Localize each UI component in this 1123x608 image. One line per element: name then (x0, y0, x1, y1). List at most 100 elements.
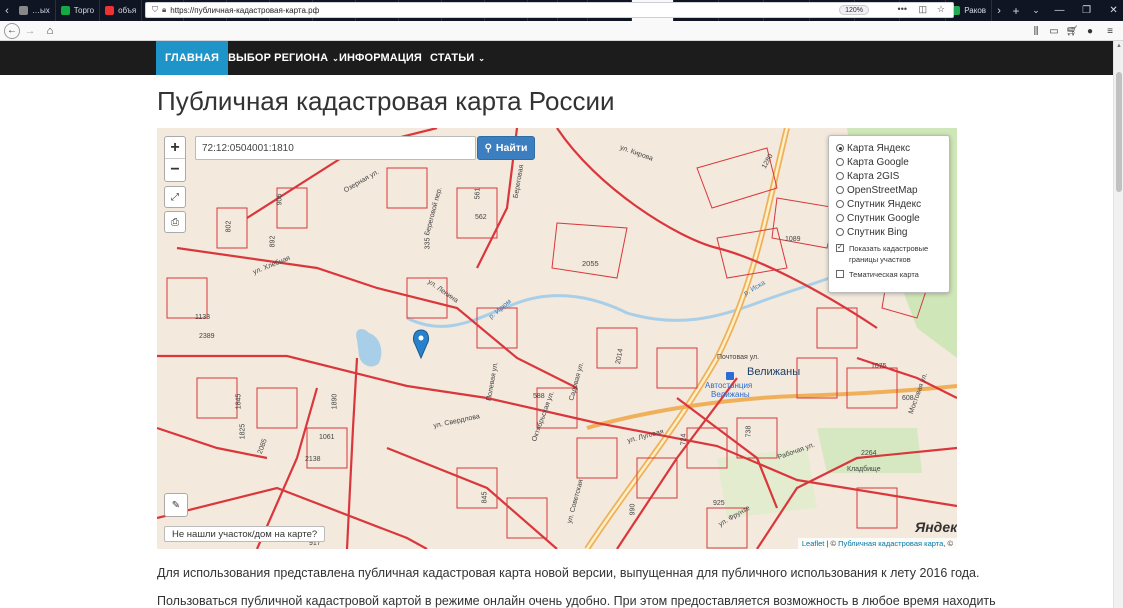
scrollbar-thumb[interactable] (1116, 72, 1122, 192)
tab-label: объя (118, 6, 137, 15)
location-pin-icon[interactable] (412, 329, 430, 360)
parcel-label: 562 (475, 214, 487, 221)
pkk-link[interactable]: Публичная кадастровая карта (838, 539, 943, 548)
not-found-button[interactable]: Не нашли участок/дом на карте? (164, 526, 326, 542)
print-button[interactable]: ⎙ (164, 211, 186, 233)
scroll-up-icon[interactable]: ▲ (1114, 43, 1123, 49)
nav-info[interactable]: ИНФОРМАЦИЯ (330, 41, 431, 75)
layer-radio[interactable] (836, 186, 844, 194)
layer-radio[interactable] (836, 172, 844, 180)
parcel-label: 1825 (239, 423, 247, 440)
cadastral-borders-checkbox[interactable]: ✓ (836, 244, 844, 252)
search-icon: ⚲ (484, 142, 492, 154)
browser-tab[interactable]: объя (100, 0, 143, 21)
layer-option[interactable]: Спутник Яндекс (836, 197, 949, 211)
library-icon[interactable]: ⫼ (1027, 21, 1045, 41)
layer-option-label: Карта Google (847, 156, 909, 168)
attribution-separator: | © (824, 539, 839, 548)
maximize-icon[interactable]: ❐ (1073, 5, 1100, 16)
layer-list: Карта Яндекс Карта Google Карта 2GIS OpenSt… (836, 141, 949, 239)
page-actions-icon[interactable]: ••• (898, 4, 907, 14)
layer-option[interactable]: Спутник Google (836, 211, 949, 225)
cemetery-label: Кладбище (847, 466, 881, 473)
bookmark-star-icon[interactable]: ☆ (937, 4, 945, 15)
bus-station-label: Автостанция (705, 381, 753, 390)
parcel-label: 588 (533, 393, 545, 400)
page-scrollbar[interactable]: ▲ (1113, 41, 1123, 608)
back-icon[interactable]: ← (4, 22, 20, 39)
tabs-scroll-left-icon[interactable]: ‹ (0, 0, 14, 21)
expand-icon: ⤢ (171, 191, 179, 203)
nav-articles[interactable]: СТАТЬИ ⌄ (421, 41, 494, 75)
chevron-down-icon: ⌄ (478, 53, 486, 63)
layer-radio[interactable] (836, 214, 844, 222)
close-window-icon[interactable]: ✕ (1100, 5, 1123, 16)
url-text[interactable]: https://публичная-кадастровая-карта.рф (170, 6, 319, 15)
printer-icon: ⎙ (171, 216, 179, 228)
layer-option[interactable]: OpenStreetMap (836, 183, 949, 197)
thematic-map-toggle[interactable]: Тематическая карта (836, 269, 949, 280)
secondary-road (586, 384, 957, 430)
parcel-label: 1890 (331, 393, 339, 410)
tab-favicon-icon (105, 6, 115, 15)
layer-option[interactable]: Карта Яндекс (836, 141, 949, 155)
minimize-icon[interactable]: — (1046, 5, 1073, 16)
find-button-label: Найти (495, 142, 528, 154)
find-button[interactable]: ⚲ Найти (477, 136, 535, 160)
parcel-label: 724 (680, 433, 688, 446)
forward-icon[interactable]: → (20, 21, 40, 41)
parcel-label: 906 (276, 193, 284, 206)
layer-option-label: OpenStreetMap (847, 184, 918, 196)
leaflet-link[interactable]: Leaflet (802, 539, 825, 548)
zoom-in-button[interactable]: + (165, 137, 185, 159)
zoom-level-badge[interactable]: 120% (839, 5, 869, 15)
layer-radio[interactable] (836, 228, 844, 236)
parcel-label: 845 (481, 491, 489, 504)
parcel-label: 2389 (199, 333, 215, 340)
new-tab-icon[interactable]: + (1006, 4, 1026, 18)
layer-option[interactable]: Карта 2GIS (836, 169, 949, 183)
cart-extension-icon[interactable]: 🛒︎ (1063, 21, 1081, 41)
address-bar[interactable]: ⛉ 🔒︎ https://публичная-кадастровая-карта… (145, 2, 954, 18)
parcel-label: 1089 (785, 236, 801, 243)
tab-favicon-icon (60, 6, 70, 15)
zoom-control: + − (164, 136, 186, 182)
lock-icon[interactable]: 🔒︎ (162, 5, 166, 15)
account-icon[interactable]: ● (1081, 21, 1099, 41)
layer-radio[interactable] (836, 144, 844, 152)
cadastral-map[interactable]: 2055 1280 1089 562 561 1133 2389 1845 18… (157, 128, 957, 549)
browser-tab[interactable]: …ых (14, 0, 56, 21)
nav-home-label: ГЛАВНАЯ (165, 52, 220, 64)
tab-list-menu-icon[interactable]: ⌄ (1026, 5, 1046, 16)
village-label: Велижаны (747, 366, 801, 378)
pocket-icon[interactable]: ◫ (918, 4, 927, 15)
zoom-out-button[interactable]: − (165, 159, 185, 181)
layer-option[interactable]: Спутник Bing (836, 225, 949, 239)
thematic-map-checkbox[interactable] (836, 270, 844, 278)
layer-radio[interactable] (836, 158, 844, 166)
usage-paragraph: Пользоваться публичной кадастровой карто… (157, 594, 996, 608)
parcel-label: 738 (745, 425, 753, 438)
layer-option-label: Карта 2GIS (847, 170, 900, 182)
home-icon[interactable]: ⌂ (40, 21, 60, 41)
cadastral-number-input[interactable] (195, 136, 476, 160)
fullscreen-button[interactable]: ⤢ (164, 186, 186, 208)
intro-paragraph: Для использования представлена публичная… (157, 566, 980, 580)
sidebar-icon[interactable]: ▭ (1045, 21, 1063, 41)
nav-home[interactable]: ГЛАВНАЯ (156, 41, 229, 75)
site-navbar: ГЛАВНАЯ ВЫБОР РЕГИОНА ⌄ ИНФОРМАЦИЯ СТАТЬИ… (0, 41, 1113, 75)
layer-option-label: Карта Яндекс (847, 142, 911, 154)
parcel-label: 1061 (319, 434, 335, 441)
navigation-toolbar: ← → ⌂ (0, 21, 1123, 41)
measure-button[interactable]: ✎ (164, 493, 188, 517)
layer-radio[interactable] (836, 200, 844, 208)
cadastral-borders-toggle[interactable]: ✓ Показать кадастровые границы участков (836, 243, 949, 265)
menu-icon[interactable]: ≡ (1101, 21, 1119, 41)
layer-option[interactable]: Карта Google (836, 155, 949, 169)
parcel-label: 1075 (871, 363, 887, 370)
shield-icon[interactable]: ⛉ (152, 5, 158, 15)
browser-tab[interactable]: Торго (56, 0, 101, 21)
tabs-scroll-right-icon[interactable]: › (992, 0, 1006, 21)
street-label: Почтовая ул. (717, 354, 760, 361)
nav-region-select[interactable]: ВЫБОР РЕГИОНА ⌄ (219, 41, 348, 75)
